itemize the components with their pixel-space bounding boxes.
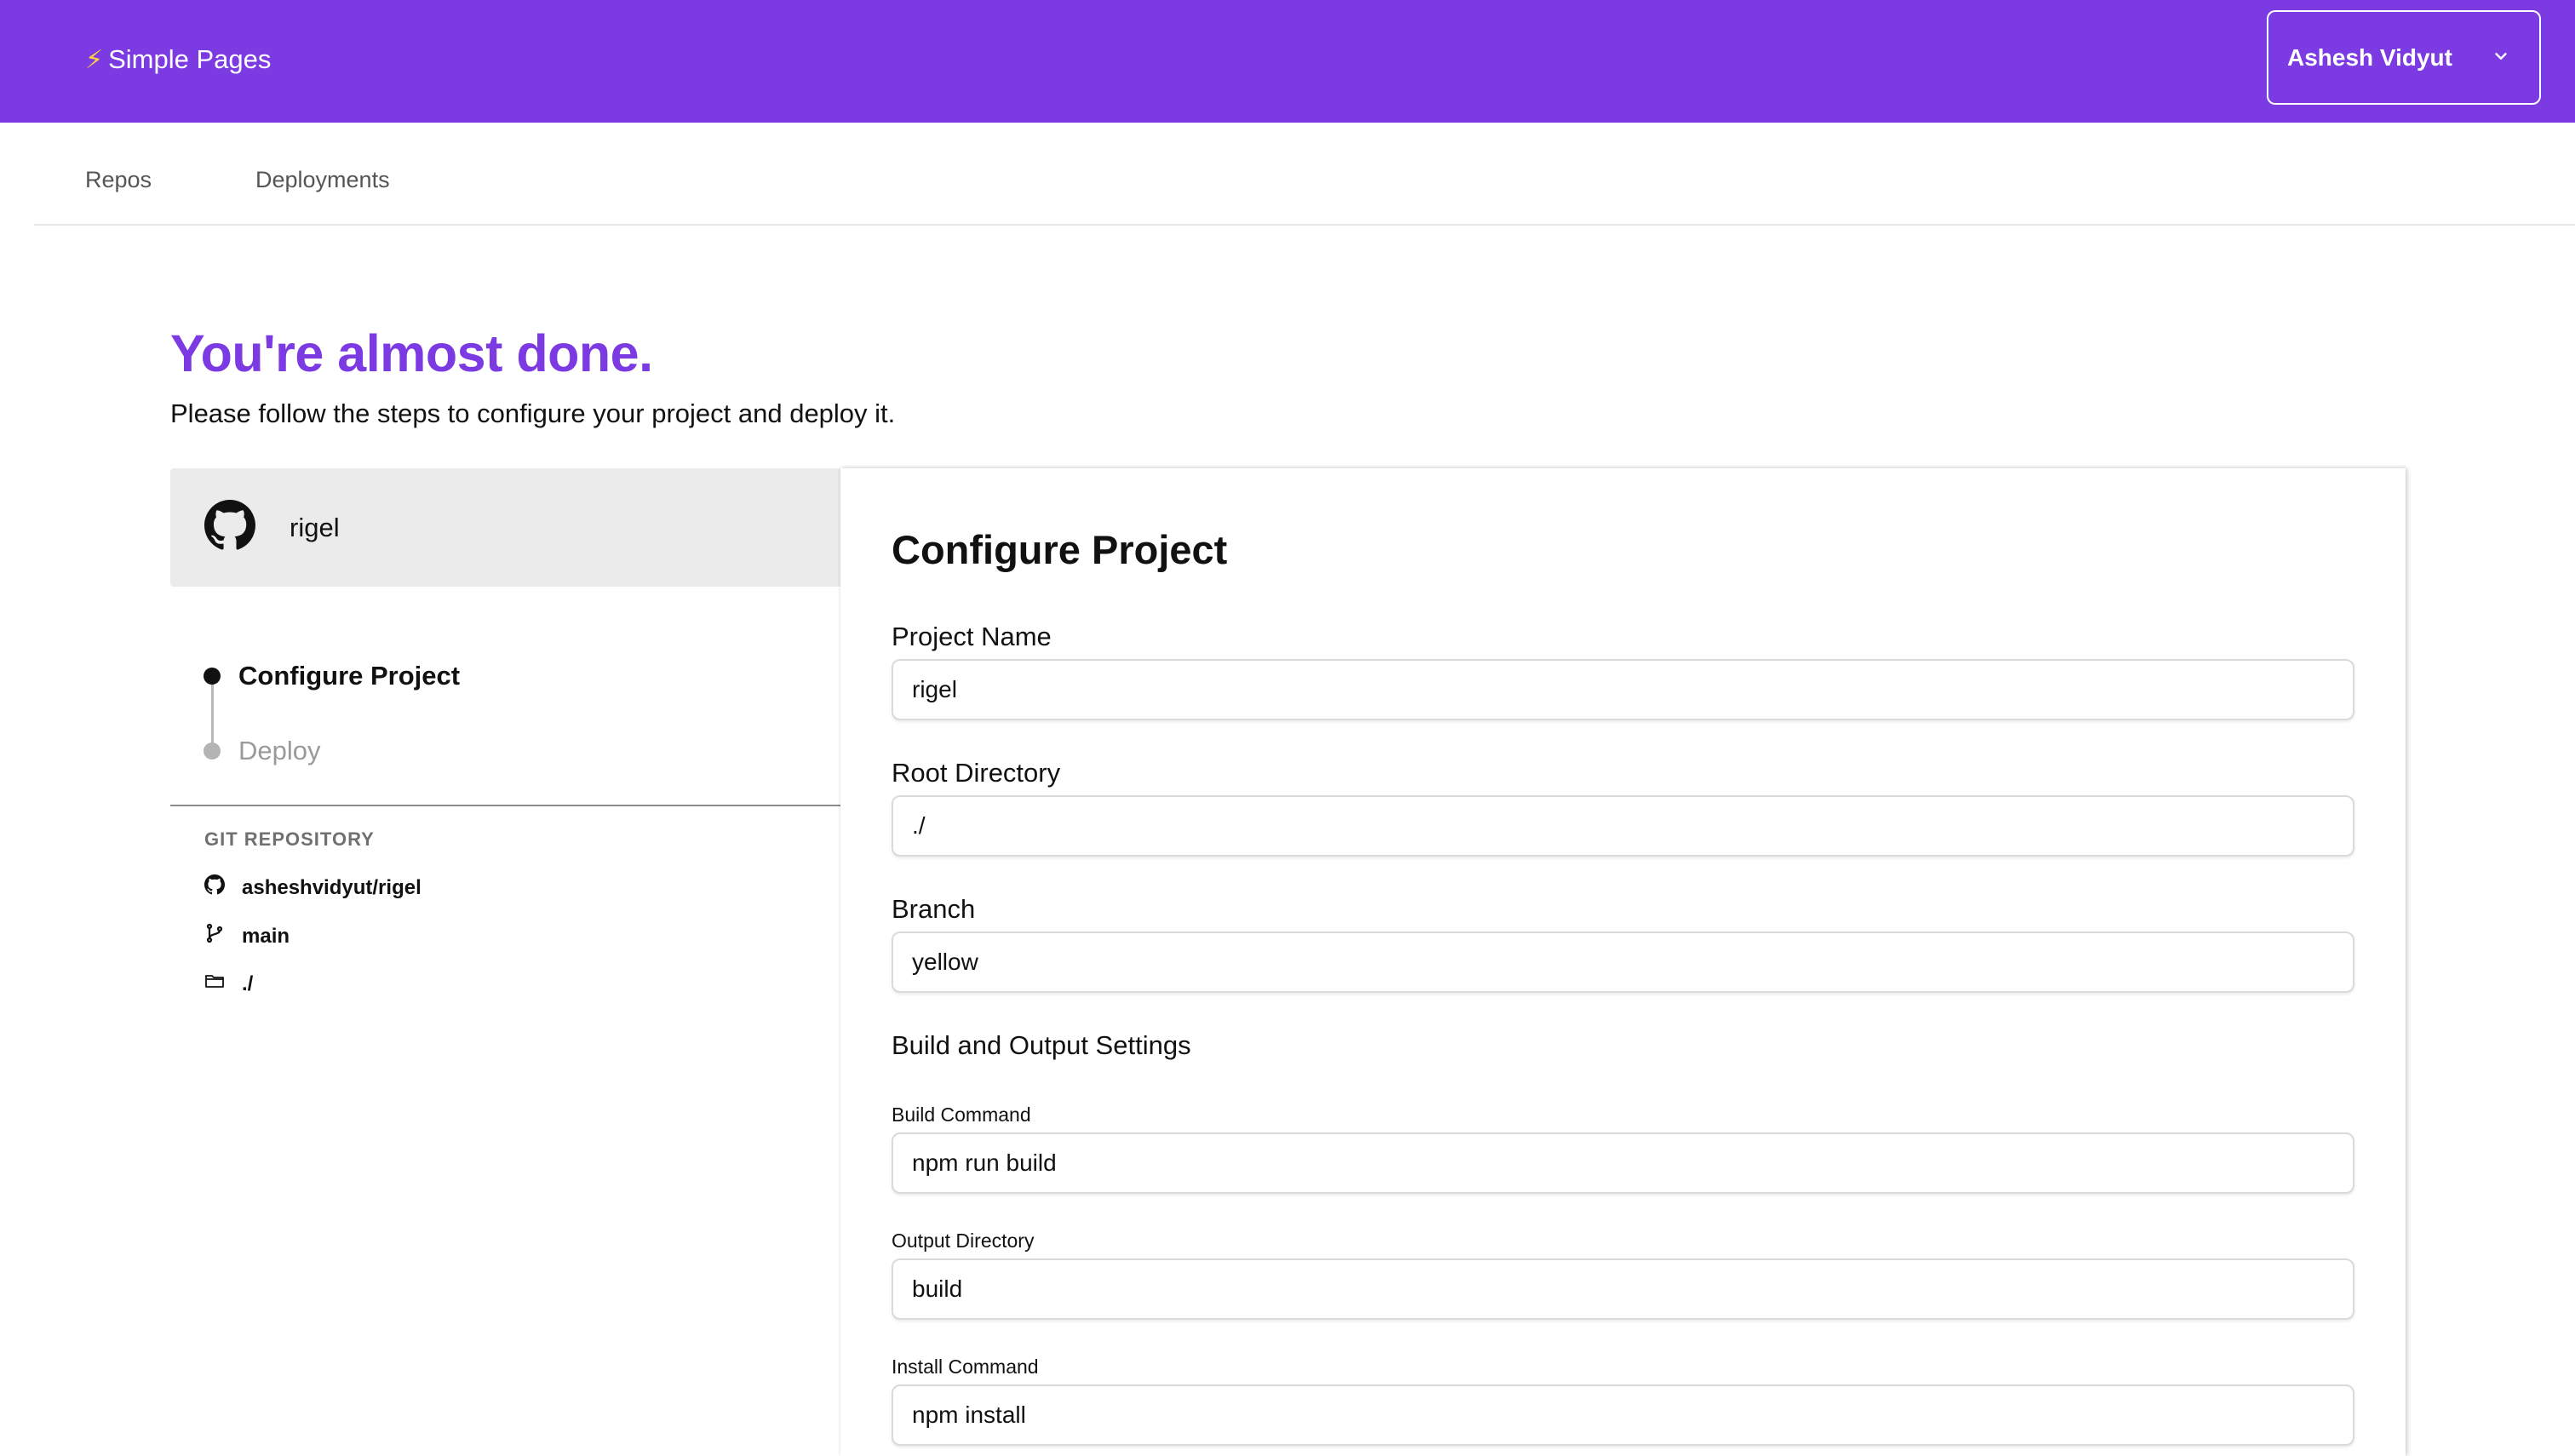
page-title: You're almost done. bbox=[170, 324, 653, 382]
git-repository-heading: GIT REPOSITORY bbox=[204, 828, 375, 850]
step-dot-inactive bbox=[204, 742, 221, 760]
divider bbox=[170, 805, 840, 806]
lightning-icon: ⚡ bbox=[85, 45, 104, 74]
build-settings-heading: Build and Output Settings bbox=[892, 1030, 1191, 1060]
step-dot-active bbox=[204, 668, 221, 685]
page-subtitle: Please follow the steps to configure you… bbox=[170, 398, 896, 428]
output-directory-input[interactable] bbox=[892, 1258, 2354, 1320]
project-name-label: Project Name bbox=[892, 622, 1052, 651]
step-deploy: Deploy bbox=[238, 736, 321, 765]
repo-card: rigel bbox=[170, 468, 840, 587]
tab-repos[interactable]: Repos bbox=[85, 167, 152, 193]
build-command-input[interactable] bbox=[892, 1132, 2354, 1194]
repo-name: rigel bbox=[290, 512, 340, 542]
step-connector bbox=[211, 677, 214, 752]
github-icon bbox=[204, 500, 255, 555]
branch-input[interactable] bbox=[892, 931, 2354, 993]
step-configure-project: Configure Project bbox=[238, 661, 461, 691]
root-directory-input[interactable] bbox=[892, 795, 2354, 857]
nav-tabs: Repos Deployments bbox=[34, 123, 2575, 226]
git-repository-row: asheshvidyut/rigel bbox=[204, 874, 422, 901]
git-branch-row: main bbox=[204, 923, 290, 949]
build-command-label: Build Command bbox=[892, 1103, 1031, 1126]
output-directory-label: Output Directory bbox=[892, 1230, 1035, 1252]
git-branch-icon bbox=[204, 923, 225, 949]
folder-icon bbox=[204, 971, 225, 997]
brand-logo[interactable]: ⚡ Simple Pages bbox=[85, 41, 271, 78]
user-menu-button[interactable]: Ashesh Vidyut bbox=[2267, 10, 2541, 105]
install-command-input[interactable] bbox=[892, 1384, 2354, 1446]
top-bar: ⚡ Simple Pages Ashesh Vidyut bbox=[0, 0, 2575, 123]
branch-label: Branch bbox=[892, 894, 976, 924]
git-directory-row: ./ bbox=[204, 971, 253, 997]
card-title: Configure Project bbox=[892, 527, 1228, 572]
install-command-label: Install Command bbox=[892, 1356, 1039, 1378]
brand-name: Simple Pages bbox=[108, 44, 272, 74]
chevron-down-icon bbox=[2492, 44, 2510, 72]
root-directory-label: Root Directory bbox=[892, 758, 1061, 788]
project-name-input[interactable] bbox=[892, 659, 2354, 720]
github-icon bbox=[204, 874, 225, 901]
tab-deployments[interactable]: Deployments bbox=[255, 167, 390, 193]
git-branch-name: main bbox=[242, 924, 290, 948]
git-directory-name: ./ bbox=[242, 972, 254, 995]
user-name: Ashesh Vidyut bbox=[2287, 43, 2452, 71]
git-repository-name: asheshvidyut/rigel bbox=[242, 875, 422, 899]
configure-project-card: Configure Project Project Name Root Dire… bbox=[840, 468, 2406, 1456]
